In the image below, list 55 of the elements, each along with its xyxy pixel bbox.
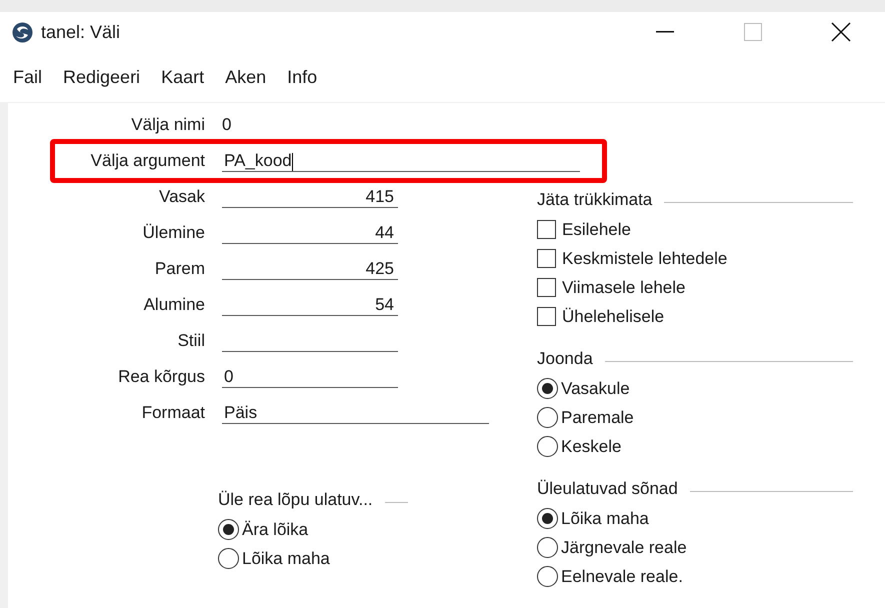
radio-button[interactable] <box>537 566 558 587</box>
field-label: Välja nimi <box>130 115 205 135</box>
checkbox[interactable] <box>537 307 556 326</box>
field-label: Parem <box>154 259 205 279</box>
field-label: Ülemine <box>142 223 205 243</box>
option-label: Paremale <box>561 408 634 428</box>
radio-button[interactable] <box>537 537 558 558</box>
option-label: Keskele <box>561 436 622 456</box>
input-field[interactable]: 0 <box>222 366 398 388</box>
menu-item[interactable]: Fail <box>13 66 42 88</box>
maximize-icon <box>744 23 762 41</box>
option-label: Ära lõika <box>242 520 308 540</box>
option-label: Lõika maha <box>242 548 330 568</box>
menu-item[interactable]: Info <box>287 66 318 88</box>
radio-button[interactable] <box>218 519 239 540</box>
input-field[interactable]: 44 <box>222 222 398 244</box>
radio-button[interactable] <box>218 548 239 569</box>
radio-button[interactable] <box>537 407 558 428</box>
field-label: Välja argument <box>90 151 205 171</box>
app-logo-icon <box>12 22 33 42</box>
input-field[interactable]: 54 <box>222 294 398 316</box>
option-label: Ühelehelisele <box>562 306 664 326</box>
minimize-icon <box>656 31 674 33</box>
radio-button[interactable] <box>537 436 558 457</box>
radio-button[interactable] <box>537 508 558 529</box>
input-field[interactable]: PA_kood <box>222 150 580 172</box>
checkbox[interactable] <box>537 249 556 268</box>
input-field[interactable]: Päis <box>222 402 489 424</box>
field-label: Stiil <box>176 331 205 351</box>
field-label: Formaat <box>140 403 205 423</box>
group-title: Üleulatuvad sõnad <box>537 479 678 499</box>
option-label: Eelnevale reale. <box>561 566 683 586</box>
menu-item[interactable]: Kaart <box>161 66 204 88</box>
checkbox[interactable] <box>537 278 556 297</box>
menu-item[interactable]: Redigeeri <box>63 66 140 88</box>
option-label: Viimasele lehele <box>562 278 686 298</box>
checkbox[interactable] <box>537 220 556 239</box>
window-title: tanel: Väli <box>41 22 122 42</box>
input-field[interactable]: 415 <box>222 186 398 208</box>
option-label: Järgnevale reale <box>561 538 687 558</box>
field-label: Alumine <box>142 295 205 315</box>
group-title: Jäta trükkimata <box>537 190 652 210</box>
close-icon <box>831 22 851 42</box>
group-title: Üle rea lõpu ulatuv... <box>218 490 373 510</box>
option-label: Vasakule <box>561 378 630 398</box>
field-label: Vasak <box>158 187 205 207</box>
field-label: Rea kõrgus <box>117 367 205 387</box>
radio-button[interactable] <box>537 378 558 399</box>
option-label: Keskmistele lehtedele <box>562 248 728 268</box>
group-title: Joonda <box>537 349 593 369</box>
input-field[interactable]: 425 <box>222 258 398 280</box>
option-label: Esilehele <box>562 220 631 240</box>
menu-item[interactable]: Aken <box>225 66 266 88</box>
option-label: Lõika maha <box>561 508 649 528</box>
field-value: 0 <box>222 115 232 135</box>
